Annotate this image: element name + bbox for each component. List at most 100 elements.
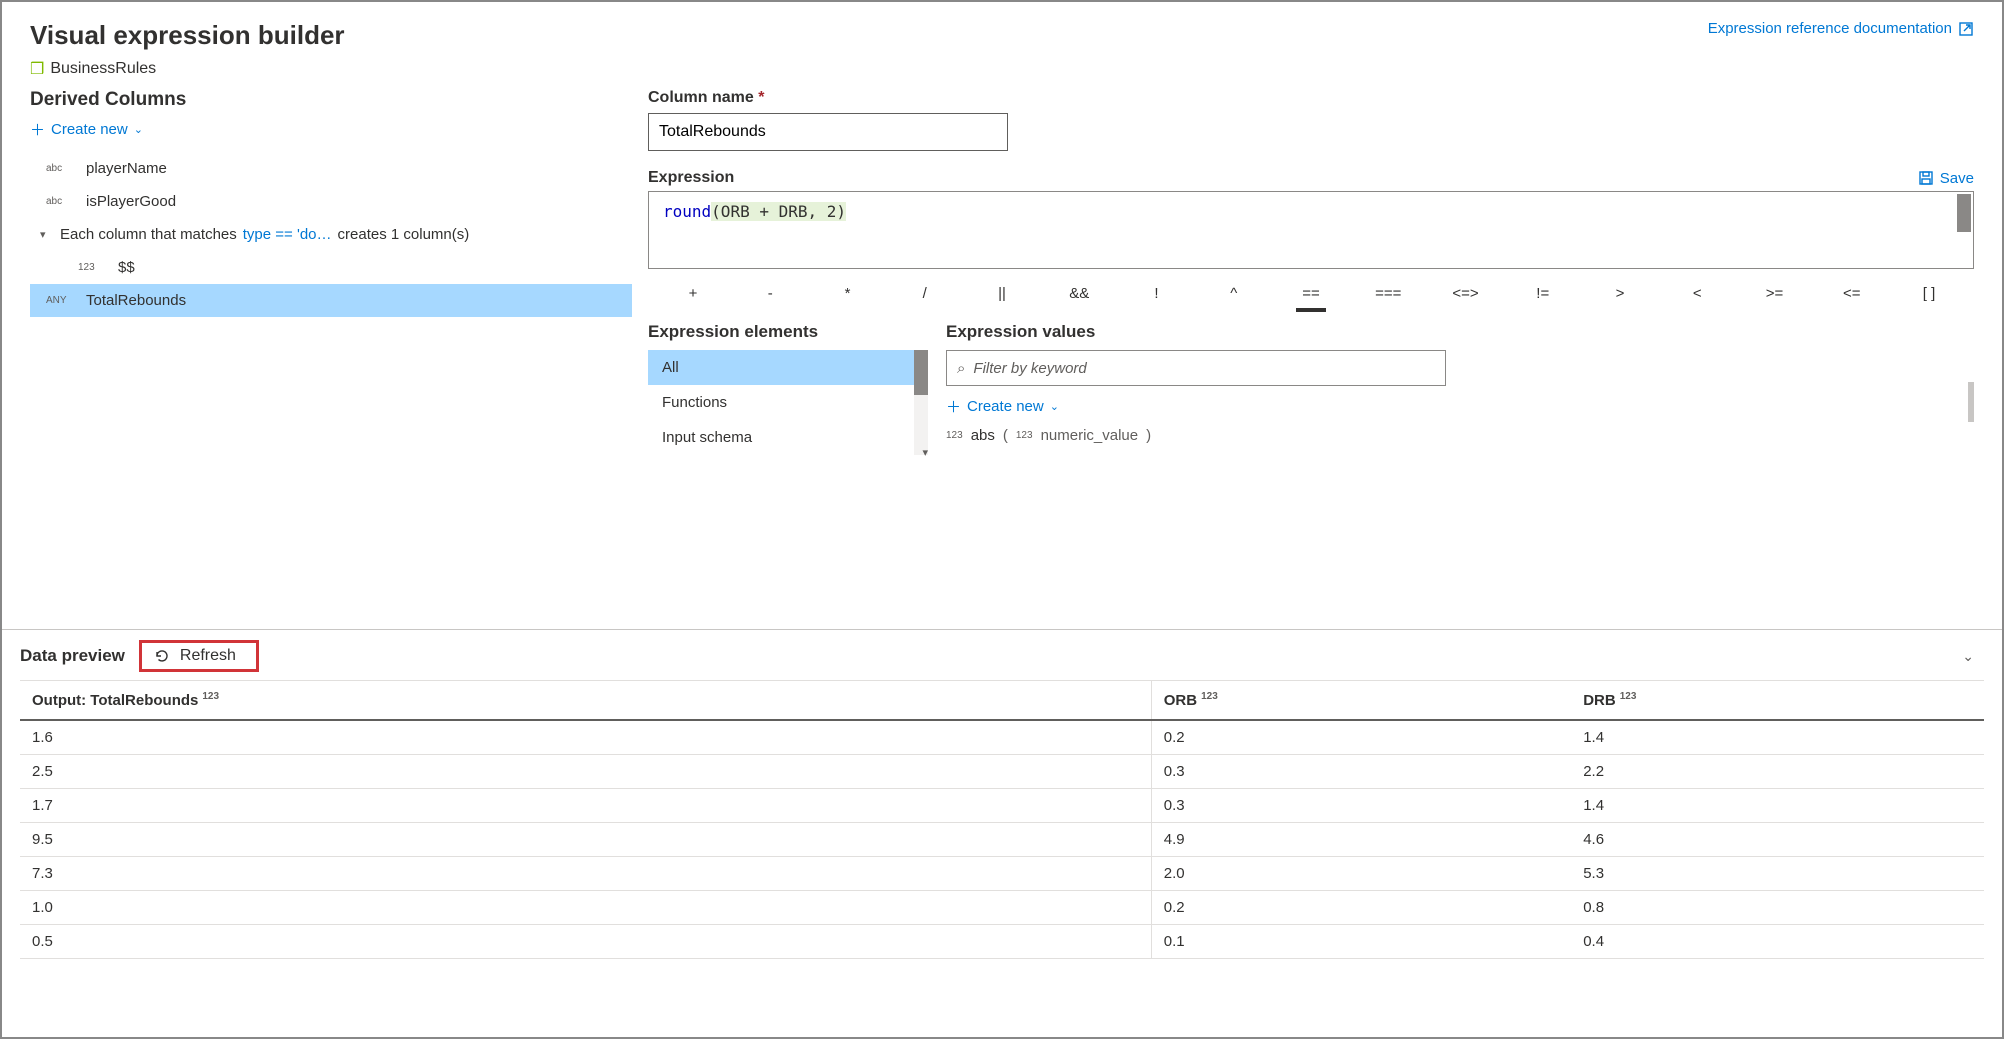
doc-link-label: Expression reference documentation bbox=[1708, 20, 1952, 37]
table-cell: 0.2 bbox=[1151, 891, 1571, 925]
operator-button[interactable]: === bbox=[1373, 285, 1403, 302]
table-cell: 0.4 bbox=[1571, 925, 1984, 959]
operator-button[interactable]: >= bbox=[1760, 285, 1790, 302]
data-preview-title: Data preview bbox=[20, 646, 125, 666]
table-row: 1.00.20.8 bbox=[20, 891, 1984, 925]
column-item-selected[interactable]: ANY TotalRebounds bbox=[30, 284, 632, 317]
column-name: $$ bbox=[118, 259, 135, 276]
operator-button[interactable]: <= bbox=[1837, 285, 1867, 302]
operator-button[interactable]: > bbox=[1605, 285, 1635, 302]
search-icon: ⌕ bbox=[957, 360, 965, 377]
collapse-preview-button[interactable]: ⌄ bbox=[1962, 648, 1974, 665]
element-item[interactable]: Functions bbox=[648, 385, 914, 420]
table-cell: 4.6 bbox=[1571, 823, 1984, 857]
operator-button[interactable]: == bbox=[1296, 285, 1326, 302]
expr-function: round bbox=[663, 202, 711, 221]
column-name: TotalRebounds bbox=[86, 292, 186, 309]
column-pattern-row[interactable]: ▾ Each column that matches type == 'do… … bbox=[30, 218, 632, 251]
column-name-label: Column name * bbox=[648, 89, 1974, 107]
table-cell: 7.3 bbox=[20, 857, 1151, 891]
expand-icon[interactable]: ▾ bbox=[40, 228, 54, 241]
table-row: 1.60.21.4 bbox=[20, 720, 1984, 755]
table-cell: 1.0 bbox=[20, 891, 1151, 925]
match-suffix: creates 1 column(s) bbox=[338, 226, 470, 243]
operator-button[interactable]: < bbox=[1682, 285, 1712, 302]
table-header[interactable]: DRB123 bbox=[1571, 681, 1984, 721]
flow-icon: ❒ bbox=[30, 59, 44, 79]
table-cell: 1.7 bbox=[20, 789, 1151, 823]
type-badge: 123 bbox=[78, 262, 108, 273]
expr-body: (ORB + DRB, 2 bbox=[711, 202, 836, 221]
table-cell: 0.1 bbox=[1151, 925, 1571, 959]
type-badge: abc bbox=[46, 196, 76, 207]
table-cell: 0.8 bbox=[1571, 891, 1984, 925]
value-fn-name: abs bbox=[971, 427, 995, 444]
column-name-input[interactable] bbox=[648, 113, 1008, 151]
table-cell: 2.5 bbox=[20, 755, 1151, 789]
refresh-button[interactable]: Refresh bbox=[139, 640, 259, 672]
table-cell: 4.9 bbox=[1151, 823, 1571, 857]
operator-button[interactable]: != bbox=[1528, 285, 1558, 302]
operator-button[interactable]: && bbox=[1064, 285, 1094, 302]
operator-button[interactable]: * bbox=[833, 285, 863, 302]
operator-button[interactable]: || bbox=[987, 285, 1017, 302]
scrollbar-thumb[interactable] bbox=[1968, 382, 1974, 422]
refresh-icon bbox=[154, 648, 170, 664]
table-row: 2.50.32.2 bbox=[20, 755, 1984, 789]
operator-button[interactable]: + bbox=[678, 285, 708, 302]
plus-icon: ＋ bbox=[946, 396, 961, 417]
operator-button[interactable]: [ ] bbox=[1914, 285, 1944, 302]
elements-title: Expression elements bbox=[648, 322, 928, 342]
expr-tail: ) bbox=[836, 202, 846, 221]
type-badge: 123 bbox=[1016, 430, 1033, 441]
table-cell: 1.4 bbox=[1571, 789, 1984, 823]
elements-list: AllFunctionsInput schema ▾ bbox=[648, 350, 928, 455]
derived-columns-heading: Derived Columns bbox=[30, 89, 632, 111]
table-row: 0.50.10.4 bbox=[20, 925, 1984, 959]
scrollbar-thumb[interactable] bbox=[1957, 194, 1971, 232]
create-new-button[interactable]: ＋ Create new ⌄ bbox=[30, 119, 632, 140]
flow-name: BusinessRules bbox=[50, 60, 156, 78]
create-new-label: Create new bbox=[51, 121, 128, 138]
column-item[interactable]: abc playerName bbox=[30, 152, 632, 185]
operator-button[interactable]: <=> bbox=[1451, 285, 1481, 302]
table-header[interactable]: ORB123 bbox=[1151, 681, 1571, 721]
operator-button[interactable]: ! bbox=[1142, 285, 1172, 302]
table-cell: 0.3 bbox=[1151, 789, 1571, 823]
table-row: 9.54.94.6 bbox=[20, 823, 1984, 857]
resize-handle[interactable] bbox=[1296, 308, 1326, 312]
create-new-value-button[interactable]: ＋ Create new ⌄ bbox=[946, 396, 1974, 417]
column-name: isPlayerGood bbox=[86, 193, 176, 210]
column-item[interactable]: abc isPlayerGood bbox=[30, 185, 632, 218]
refresh-label: Refresh bbox=[180, 647, 236, 665]
type-badge: ANY bbox=[46, 295, 76, 306]
operator-button[interactable]: - bbox=[755, 285, 785, 302]
table-cell: 0.3 bbox=[1151, 755, 1571, 789]
table-row: 1.70.31.4 bbox=[20, 789, 1984, 823]
external-link-icon bbox=[1958, 21, 1974, 37]
table-cell: 2.0 bbox=[1151, 857, 1571, 891]
page-title: Visual expression builder bbox=[30, 20, 345, 51]
operator-button[interactable]: / bbox=[910, 285, 940, 302]
column-item[interactable]: 123 $$ bbox=[30, 251, 632, 284]
scrollbar-thumb[interactable] bbox=[914, 350, 928, 395]
table-header[interactable]: Output: TotalRebounds123 bbox=[20, 681, 1151, 721]
doc-link[interactable]: Expression reference documentation bbox=[1708, 20, 1974, 37]
operator-toolbar: +-*/||&&!^=====<=>!=><>=<=[ ] bbox=[648, 275, 1974, 306]
type-badge: 123 bbox=[946, 430, 963, 441]
filter-input[interactable]: ⌕ Filter by keyword bbox=[946, 350, 1446, 386]
expression-label: Expression bbox=[648, 169, 734, 187]
chevron-down-icon: ⌄ bbox=[1050, 400, 1059, 413]
save-button[interactable]: Save bbox=[1918, 170, 1974, 187]
table-cell: 0.5 bbox=[20, 925, 1151, 959]
column-name: playerName bbox=[86, 160, 167, 177]
scroll-down-icon[interactable]: ▾ bbox=[922, 446, 928, 459]
required-star: * bbox=[758, 89, 764, 106]
expression-editor[interactable]: round(ORB + DRB, 2) bbox=[648, 191, 1974, 269]
element-item[interactable]: All bbox=[648, 350, 914, 385]
element-item[interactable]: Input schema bbox=[648, 420, 914, 455]
operator-button[interactable]: ^ bbox=[1219, 285, 1249, 302]
match-expression[interactable]: type == 'do… bbox=[243, 226, 332, 243]
table-row: 7.32.05.3 bbox=[20, 857, 1984, 891]
value-item[interactable]: 123 abs(123 numeric_value) bbox=[946, 427, 1974, 444]
